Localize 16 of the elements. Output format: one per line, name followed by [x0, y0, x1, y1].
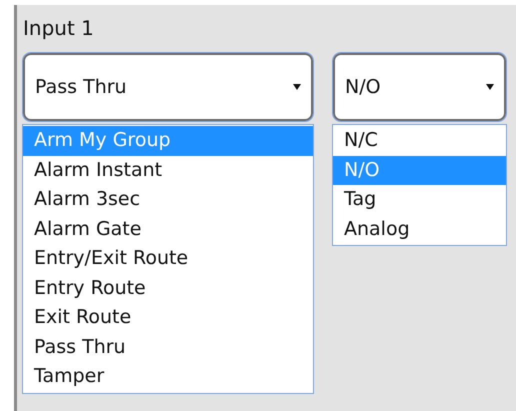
dropdown-option[interactable]: Tamper	[23, 362, 313, 392]
dropdown-option[interactable]: Exit Route	[23, 303, 313, 332]
dropdown-option[interactable]: Pass Thru	[23, 332, 313, 362]
dropdown-option[interactable]: Entry/Exit Route	[23, 244, 313, 274]
dropdown-option[interactable]: Alarm Gate	[23, 214, 313, 244]
dropdown-option[interactable]: Tag	[333, 185, 506, 214]
dropdown-select[interactable]: N/O	[332, 52, 507, 122]
dropdown-option[interactable]: Entry Route	[23, 274, 313, 303]
dropdown-option[interactable]: Analog	[333, 214, 506, 244]
dropdown-option[interactable]: N/C	[333, 126, 506, 156]
dropdown-option[interactable]: Alarm 3sec	[23, 185, 313, 214]
dropdown-select[interactable]: Pass Thru	[22, 52, 314, 122]
dropdown-option[interactable]: Alarm Instant	[23, 156, 313, 185]
caret-icon	[486, 83, 494, 91]
section-title: Input 1	[22, 15, 95, 41]
caret-icon	[293, 83, 301, 91]
